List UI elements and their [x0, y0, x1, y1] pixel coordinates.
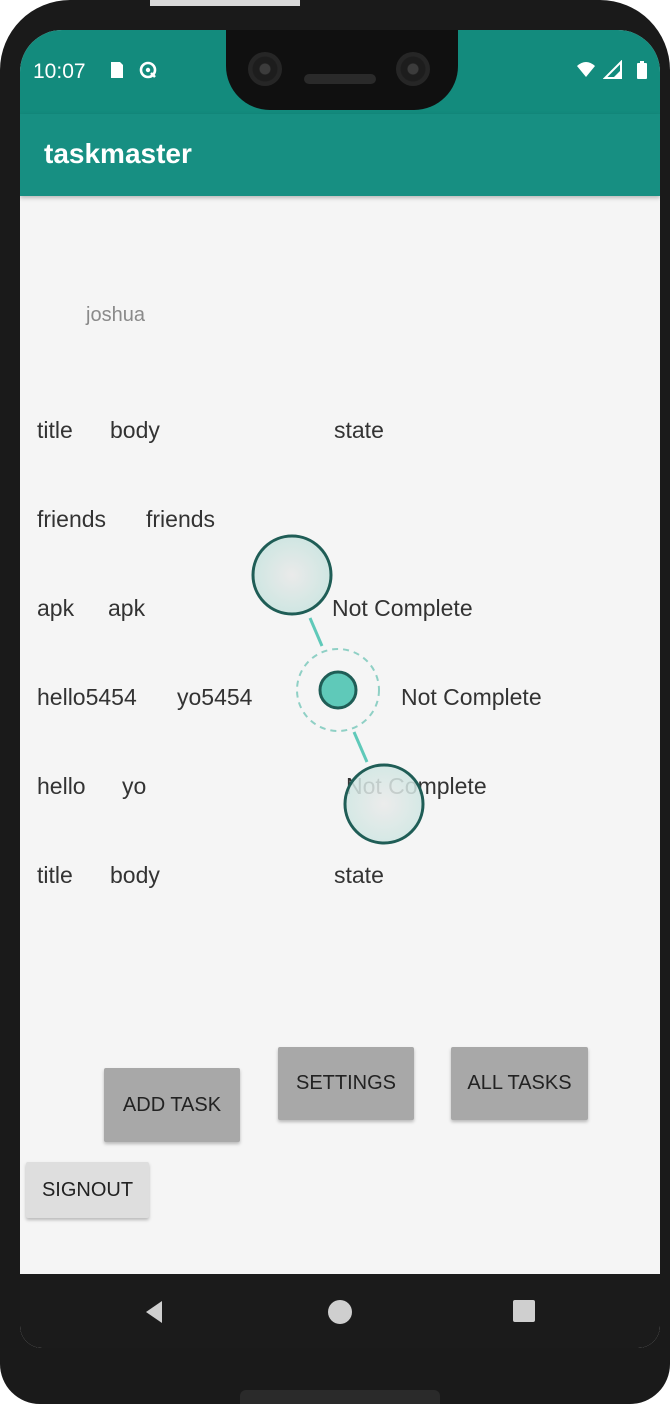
all-tasks-button[interactable]: ALL TASKS	[451, 1047, 588, 1120]
signout-button[interactable]: SIGNOUT	[26, 1162, 149, 1218]
device-frame: 10:07 taskmaster joshua title body state…	[0, 0, 670, 1404]
home-icon[interactable]	[328, 1300, 352, 1324]
task-title: apk	[37, 595, 75, 621]
task-title: friends	[37, 506, 107, 532]
task-state: state	[334, 862, 384, 888]
task-title: title	[37, 417, 73, 443]
recents-icon[interactable]	[513, 1300, 535, 1322]
main-content: joshua title body state friends friends …	[20, 196, 660, 1274]
screen: 10:07 taskmaster joshua title body state…	[20, 30, 660, 1348]
app-title: taskmaster	[44, 138, 192, 169]
task-state: Not Complete	[401, 684, 542, 710]
task-state: Not Complete	[332, 595, 473, 621]
username-label: joshua	[86, 304, 145, 326]
earpiece-speaker	[304, 74, 376, 84]
battery-icon	[637, 61, 647, 79]
signal-icon	[603, 60, 622, 79]
add-task-button[interactable]: ADD TASK	[104, 1068, 240, 1142]
task-body: body	[110, 417, 160, 443]
settings-button[interactable]: SETTINGS	[278, 1047, 414, 1120]
camera-notch	[226, 30, 458, 110]
status-time: 10:07	[33, 60, 86, 83]
task-body: yo	[122, 773, 147, 799]
app-bar: taskmaster	[20, 114, 660, 196]
back-icon[interactable]	[142, 1300, 166, 1324]
sd-card-icon	[111, 62, 123, 78]
task-state: Not Complete	[346, 773, 487, 799]
task-body: friends	[146, 506, 216, 532]
navigation-bar	[20, 1274, 660, 1348]
task-title: hello5454	[37, 684, 137, 710]
bezel-strip	[150, 0, 300, 6]
wifi-icon	[577, 62, 595, 77]
sync-icon	[139, 61, 157, 79]
bottom-speaker-grille	[240, 1390, 440, 1404]
task-body: apk	[108, 595, 146, 621]
task-body: yo5454	[177, 684, 253, 710]
front-camera-right	[396, 52, 430, 86]
task-title: title	[37, 862, 73, 888]
task-body: body	[110, 862, 160, 888]
task-title: hello	[37, 773, 86, 799]
front-camera-left	[248, 52, 282, 86]
task-state: state	[334, 417, 384, 443]
